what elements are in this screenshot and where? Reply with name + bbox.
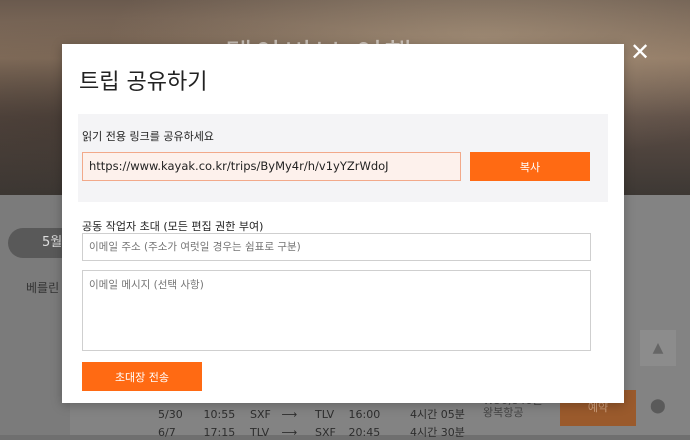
share-link-label: 읽기 전용 링크를 공유하세요 — [82, 130, 214, 143]
close-icon[interactable]: ✕ — [628, 40, 652, 64]
copy-button[interactable]: 복사 — [470, 152, 590, 181]
city-label: 베를린 — [26, 281, 60, 295]
invite-label: 공동 작업자 초대 (모든 편집 권한 부여) — [82, 220, 264, 233]
location-pin-icon[interactable]: ⬤ — [650, 398, 666, 414]
price-note: 왕복항공 — [483, 406, 524, 419]
send-invite-button[interactable]: 초대장 전송 — [82, 362, 202, 391]
message-textarea[interactable] — [82, 270, 591, 351]
flight-row: 6/7 17:15 TLV ⟶ SXF 20:45 4시간 30분 — [158, 426, 465, 439]
share-link-field[interactable]: https://www.kayak.co.kr/trips/ByMy4r/h/v… — [82, 152, 461, 181]
chevron-up-icon: ▲ — [652, 340, 664, 356]
email-input[interactable] — [82, 233, 591, 261]
arrow-right-icon: ⟶ — [281, 426, 298, 439]
modal-title: 트립 공유하기 — [79, 70, 208, 95]
share-trip-modal: 트립 공유하기 읽기 전용 링크를 공유하세요 https://www.kaya… — [62, 44, 624, 403]
flight-row: 5/30 10:55 SXF ⟶ TLV 16:00 4시간 05분 — [158, 408, 465, 421]
scroll-up-button[interactable]: ▲ — [640, 330, 676, 366]
share-link-section: 읽기 전용 링크를 공유하세요 https://www.kayak.co.kr/… — [78, 114, 608, 202]
arrow-right-icon: ⟶ — [281, 408, 298, 421]
